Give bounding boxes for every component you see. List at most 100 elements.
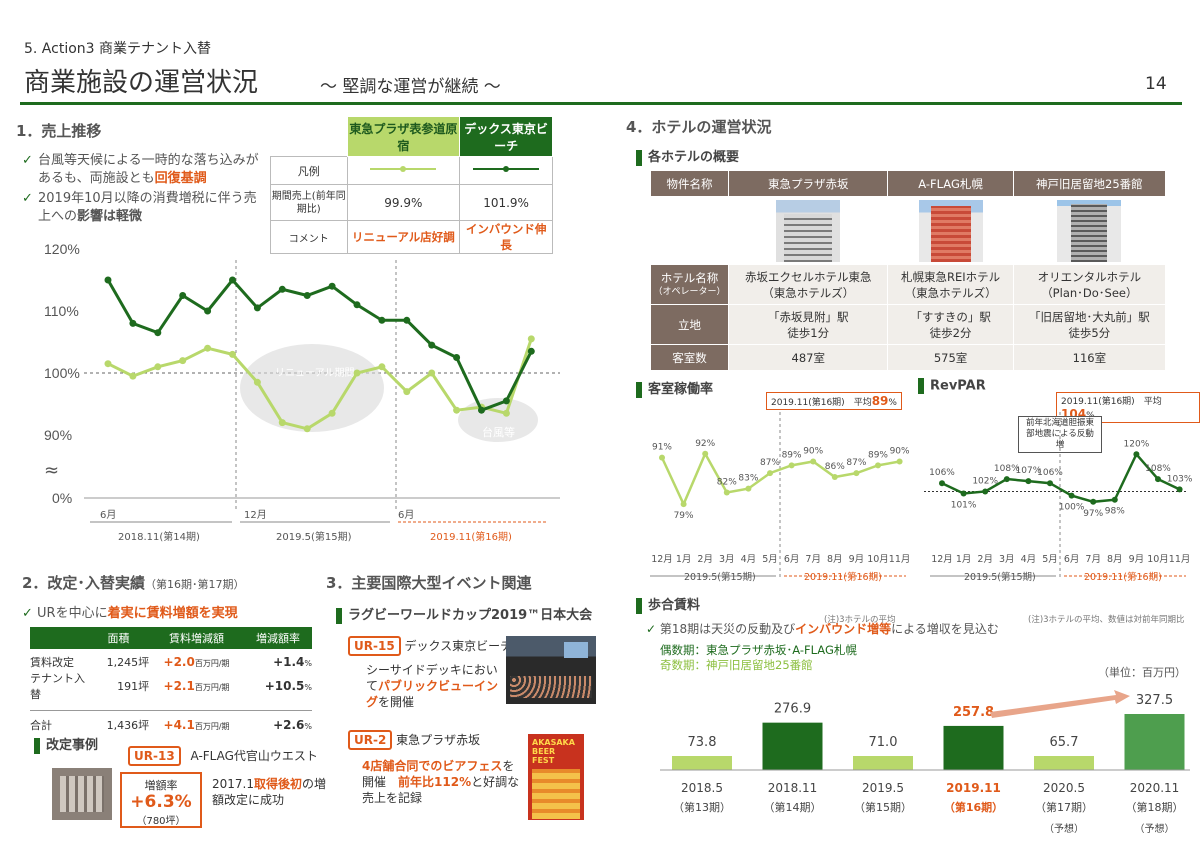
case-desc: 2017.1取得後初の増額改定に成功 [212, 776, 330, 808]
occ-chart-point [702, 450, 709, 457]
page-title-sub: ～ 堅調な運営が継続 ～ [320, 77, 501, 97]
case-building-photo [52, 768, 112, 820]
rev-chart-label: 101% [951, 501, 977, 511]
case-header: UR-13 A-FLAG代官山ウエスト [128, 746, 318, 766]
sales-point [453, 354, 461, 361]
occ-title: 客室稼働率 [636, 378, 713, 398]
rev-chart: 106%101%102%108%107%106%100%97% 98%120%10… [924, 412, 1193, 583]
sales-point [502, 397, 510, 405]
occ-chart-label: 91% [652, 443, 672, 453]
occ-chart-label: 87% [760, 458, 780, 468]
rev-chart-month: 12月 [931, 554, 953, 565]
section3-title: 3．主要国際大型イベント関連 [326, 574, 532, 592]
prog-chart: 73.8 2018.5 （第13期） 276.9 2018.11 （第14期） 71.0 20… [660, 690, 1190, 835]
rev-chart-month: 10月 [1147, 554, 1169, 565]
sales-point [104, 360, 112, 368]
rev-chart-month: 5月 [1042, 554, 1058, 565]
occ-chart-point [875, 462, 881, 469]
occ-chart-label: 86% [825, 462, 845, 472]
hotel-op-sapporo-sub: （東急ホテルズ） [904, 285, 997, 300]
prog-x-label: 2019.5 [862, 781, 904, 795]
prog-bullet-a: 第18期は天災の反動及び [659, 622, 796, 636]
kaitei-total-rate: +2.6 [273, 717, 305, 732]
hotel-op-kobe: オリエンタルホテル [1037, 269, 1142, 284]
prog-forecast: （予想） [1135, 822, 1175, 835]
sales-point [478, 406, 485, 414]
kaitei-row-amount: +2.1 [163, 679, 195, 693]
kaitei-row-pct: % [304, 683, 312, 692]
bullet1-text: 台風等天候による一時的な落ち込みがあるも、両施設とも [38, 153, 259, 186]
rev-chart-month: 7月 [1085, 554, 1101, 565]
kaitei-row-unit: 百万円/期 [194, 683, 230, 692]
occ-chart-point [745, 485, 752, 492]
hotel-table: 物件名称 東急プラザ赤坂 A-FLAG札幌 神戸旧居留地25番館 ホテル名称 （オペレー… [650, 170, 1167, 371]
overview-title-text: 各ホテルの概要 [648, 150, 740, 165]
hotel-loc-kobe-sub: 徒歩5分 [1068, 325, 1111, 340]
sales-point [278, 285, 286, 293]
legend-line-light [346, 156, 461, 185]
sales-point [253, 378, 261, 386]
poster-text: AKASAKA BEER FEST [532, 738, 575, 765]
kaitei-row-rate: +10.5 [264, 679, 305, 693]
prog-x-sub: （第18期） [1126, 800, 1184, 814]
rate-box: 増額率 +6.3% （780坪） [120, 772, 202, 828]
hotel-row-op-label: ホテル名称 [660, 270, 719, 285]
occ-chart-month: 5月 [762, 554, 778, 565]
occ-chart-month: 10月 [867, 554, 889, 565]
sales-y-tick: 90% [44, 427, 72, 443]
bullet1-emph: 回復基調 [154, 171, 207, 186]
occ-chart-period: 2019.5(第15期) [684, 571, 756, 583]
overview-title: 各ホテルの概要 [636, 146, 739, 166]
hotel-op-kobe-sub: （Plan･Do･See） [1041, 285, 1138, 300]
sales-point [527, 335, 535, 343]
sales-point [453, 406, 461, 414]
prog-x-sub: （第17期） [1035, 800, 1093, 814]
section2-bullet-emph: 着実に賃料増額を実現 [107, 606, 238, 621]
occ-chart-label: 89% [782, 450, 802, 460]
sales-point [129, 319, 137, 327]
event1-desc: シーサイドデッキにおいてパブリックビューイングを開催 [366, 662, 502, 710]
event2-desc: 4店舗合同でのビアフェスを開催 前年比112%と好調な売上を記録 [362, 758, 520, 806]
occ-chart-period: 2019.11(第16期) [804, 571, 882, 583]
section3-subtitle-text: ラグビーワールドカップ2019™日本大会 [348, 608, 593, 623]
occ-avg-a: 2019.11(第16期) 平均 [771, 398, 872, 408]
sales-point [403, 316, 411, 324]
prog-x-sub: （第15期） [854, 800, 912, 814]
event2-tag: UR-2 [348, 730, 393, 750]
hotel-loc-kobe: 「旧居留地･大丸前」駅 [1028, 309, 1150, 324]
month-label: 6月 [398, 509, 414, 521]
rev-chart-point [1111, 496, 1118, 503]
kaitei-th-rate: 増減額率 [244, 627, 312, 649]
prog-x-sub: （第13期） [673, 800, 731, 814]
prog-x-label: 2018.11 [768, 781, 818, 795]
case-desc-a: 2017.1 [212, 777, 254, 791]
hotel-th-name: 物件名称 [650, 170, 729, 197]
prog-x-label: 2019.11 [946, 781, 1001, 795]
section2-bullet-text: URを中心に [37, 606, 108, 621]
rev-chart-label: 103% [1167, 474, 1193, 484]
hotel-op-akasaka: 赤坂エクセルホテル東急 [744, 269, 872, 284]
occ-chart-month: 3月 [719, 554, 735, 565]
prog-bar-label: 327.5 [1136, 693, 1173, 708]
kaitei-total-pct: % [304, 721, 312, 731]
rev-note: (注)3ホテルの平均、数値は対前年同期比 [1028, 615, 1185, 625]
kaitei-total-amount: +4.1 [163, 717, 195, 732]
hotel-op-akasaka-sub: （東急ホテルズ） [762, 285, 855, 300]
hotel-row-loc-label: 立地 [650, 304, 729, 345]
sales-y-tick: 110% [44, 303, 79, 319]
rev-chart-point [1025, 478, 1032, 485]
sales-point [179, 292, 187, 299]
hotel-rooms-sapporo: 575室 [887, 344, 1014, 371]
case-desc-b: 取得後初 [254, 777, 303, 791]
rev-chart-label: 106% [929, 468, 955, 478]
prog-x-label: 2018.5 [681, 781, 723, 795]
occ-avg-value: 89 [871, 394, 889, 408]
prog-bar [762, 722, 823, 770]
kaitei-row-area: 1,245坪 [106, 656, 150, 669]
month-label: 12月 [244, 509, 267, 521]
occ-chart-month: 7月 [805, 554, 821, 565]
section3-subtitle: ラグビーワールドカップ2019™日本大会 [336, 604, 592, 624]
sales-point [378, 363, 386, 371]
section4-title: 4．ホテルの運営状況 [626, 118, 772, 136]
rate-value: +6.3% [130, 792, 192, 812]
